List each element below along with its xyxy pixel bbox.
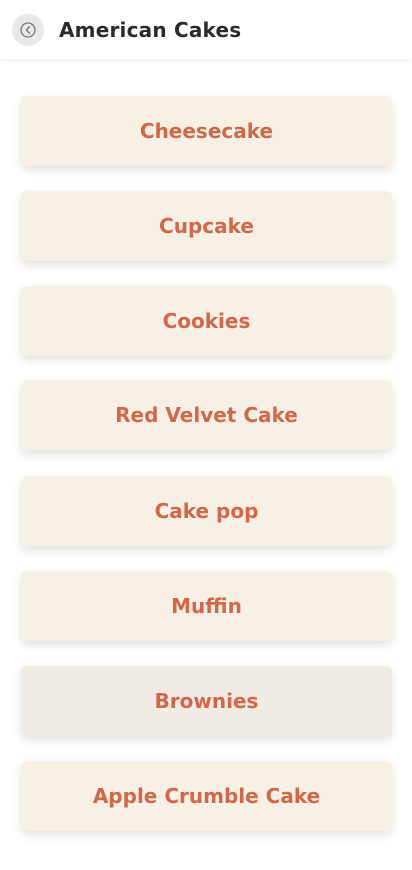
cake-item-cake-pop[interactable]: Cake pop <box>21 476 392 546</box>
cake-item-label: Cheesecake <box>139 119 274 143</box>
cake-item-label: Cupcake <box>159 214 254 238</box>
page-title: American Cakes <box>59 18 242 42</box>
app-screen: American Cakes Cheesecake Cupcake Cookie… <box>0 0 412 870</box>
cake-item-red-velvet-cake[interactable]: Red Velvet Cake <box>21 380 392 450</box>
cake-item-apple-crumble-cake[interactable]: Apple Crumble Cake <box>21 761 392 831</box>
cake-item-muffin[interactable]: Muffin <box>21 571 392 641</box>
cake-item-label: Brownies <box>154 689 259 713</box>
cake-item-brownies[interactable]: Brownies <box>21 666 392 736</box>
app-bar: American Cakes <box>0 0 412 59</box>
cake-item-cookies[interactable]: Cookies <box>21 286 392 356</box>
cake-item-cupcake[interactable]: Cupcake <box>21 191 392 261</box>
cake-item-label: Muffin <box>171 594 242 618</box>
back-arrow-icon <box>20 22 36 38</box>
cake-item-label: Cake pop <box>154 499 259 523</box>
back-button[interactable] <box>12 14 44 46</box>
cake-item-cheesecake[interactable]: Cheesecake <box>21 96 392 166</box>
cake-item-label: Cookies <box>162 309 251 333</box>
cake-item-label: Red Velvet Cake <box>115 403 298 427</box>
cake-item-label: Apple Crumble Cake <box>92 784 321 808</box>
